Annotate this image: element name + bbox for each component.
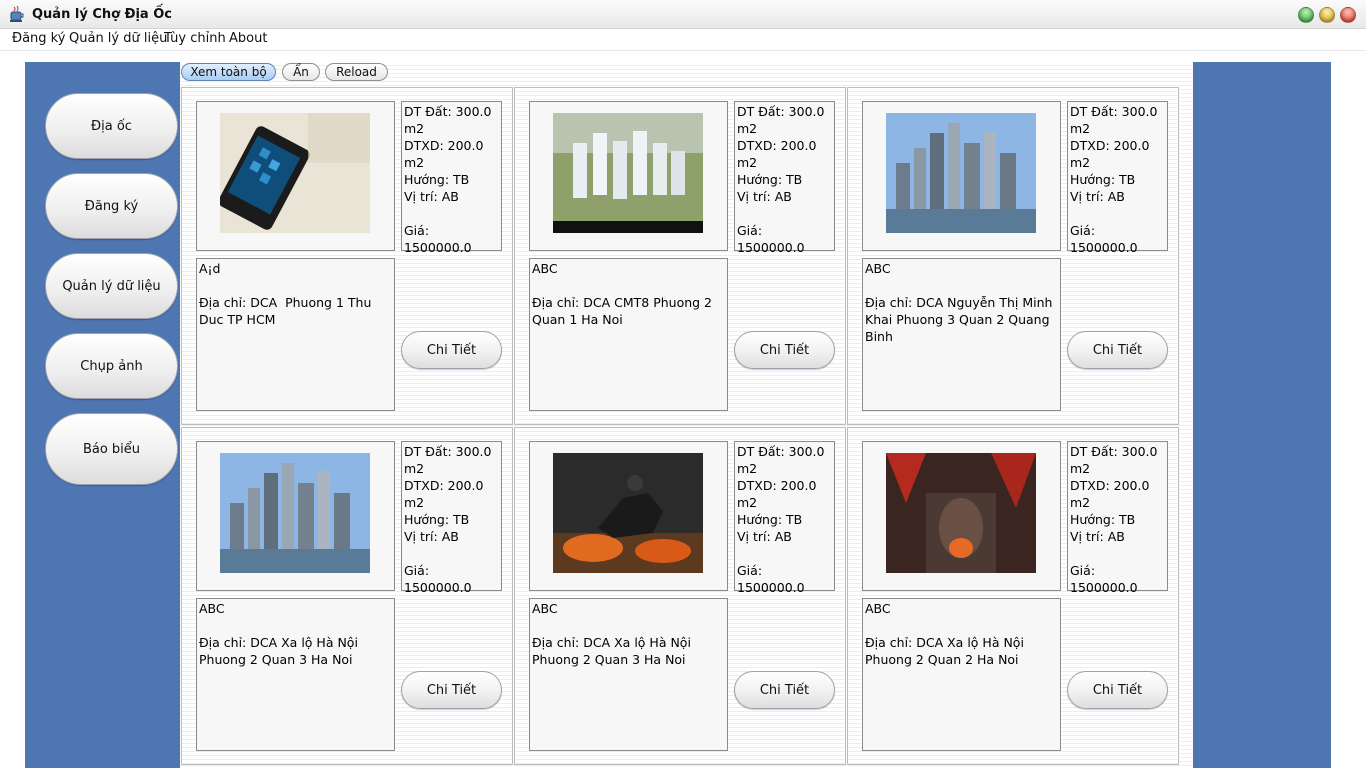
menu-bar: Đăng ký Quản lý dữ liệu Tùy chỉnh About bbox=[0, 29, 1366, 50]
listing-address: Địa chỉ: DCA Phuong 1 Thu Duc TP HCM bbox=[199, 295, 376, 327]
reload-button[interactable]: Reload bbox=[325, 63, 388, 81]
maximize-button[interactable] bbox=[1319, 7, 1335, 23]
window-title: Quản lý Chợ Địa Ốc bbox=[32, 7, 172, 22]
listing-card: DT Đất: 300.0 m2 DTXD: 200.0 m2 Hướng: T… bbox=[181, 427, 513, 765]
listing-image-frame bbox=[529, 441, 728, 591]
listing-specs: DT Đất: 300.0 m2 DTXD: 200.0 m2 Hướng: T… bbox=[401, 441, 502, 595]
direction: Hướng: TB bbox=[1070, 512, 1136, 527]
menu-dang-ky[interactable]: Đăng ký bbox=[12, 31, 65, 46]
price: Giá: 1500000.0 bbox=[1070, 563, 1138, 595]
built-area: DTXD: 200.0 m2 bbox=[1070, 478, 1154, 510]
listing-address: Địa chỉ: DCA Xa lộ Hà Nội Phuong 2 Quan … bbox=[865, 635, 1028, 667]
title-bar: Quản lý Chợ Địa Ốc bbox=[0, 0, 1366, 29]
listing-specs: DT Đất: 300.0 m2 DTXD: 200.0 m2 Hướng: T… bbox=[1067, 101, 1168, 255]
listing-address: Địa chỉ: DCA Xa lộ Hà Nội Phuong 2 Quan … bbox=[532, 635, 695, 667]
listing-specs: DT Đất: 300.0 m2 DTXD: 200.0 m2 Hướng: T… bbox=[1067, 441, 1168, 595]
listing-name: ABC bbox=[199, 601, 225, 616]
built-area: DTXD: 200.0 m2 bbox=[737, 138, 821, 170]
detail-button[interactable]: Chi Tiết bbox=[734, 671, 835, 709]
menu-about[interactable]: About bbox=[229, 31, 267, 46]
position: Vị trí: AB bbox=[404, 529, 459, 544]
listing-name: ABC bbox=[532, 601, 558, 616]
listing-card: DT Đất: 300.0 m2 DTXD: 200.0 m2 Hướng: T… bbox=[847, 87, 1179, 425]
built-area: DTXD: 200.0 m2 bbox=[1070, 138, 1154, 170]
close-button[interactable] bbox=[1340, 7, 1356, 23]
direction: Hướng: TB bbox=[1070, 172, 1136, 187]
apartment-complex-photo[interactable] bbox=[553, 113, 703, 233]
listing-specs: DT Đất: 300.0 m2 DTXD: 200.0 m2 Hướng: T… bbox=[734, 441, 835, 595]
listing-address: Địa chỉ: DCA Xa lộ Hà Nội Phuong 2 Quan … bbox=[199, 635, 362, 667]
built-area: DTXD: 200.0 m2 bbox=[737, 478, 821, 510]
built-area: DTXD: 200.0 m2 bbox=[404, 478, 488, 510]
direction: Hướng: TB bbox=[404, 172, 470, 187]
detail-button[interactable]: Chi Tiết bbox=[401, 331, 502, 369]
fantasy-horse-rider-art[interactable] bbox=[553, 453, 703, 573]
position: Vị trí: AB bbox=[404, 189, 459, 204]
land-area: DT Đất: 300.0 m2 bbox=[737, 104, 829, 136]
land-area: DT Đất: 300.0 m2 bbox=[404, 444, 496, 476]
listing-image-frame bbox=[196, 441, 395, 591]
listing-description: ABC Địa chỉ: DCA Xa lộ Hà Nội Phuong 2 Q… bbox=[529, 598, 728, 751]
detail-button[interactable]: Chi Tiết bbox=[1067, 331, 1168, 369]
right-panel bbox=[1193, 62, 1331, 768]
hide-button[interactable]: Ẩn bbox=[282, 63, 320, 81]
sidebar-button-bao-bieu[interactable]: Báo biểu bbox=[45, 413, 178, 485]
land-area: DT Đất: 300.0 m2 bbox=[1070, 444, 1162, 476]
land-area: DT Đất: 300.0 m2 bbox=[404, 104, 496, 136]
city-skyline-photo[interactable] bbox=[220, 453, 370, 573]
fantasy-dragon-art[interactable] bbox=[886, 453, 1036, 573]
price: Giá: 1500000.0 bbox=[737, 223, 805, 255]
sidebar-button-dia-oc[interactable]: Địa ốc bbox=[45, 93, 178, 159]
listing-specs: DT Đất: 300.0 m2 DTXD: 200.0 m2 Hướng: T… bbox=[401, 101, 502, 255]
price: Giá: 1500000.0 bbox=[737, 563, 805, 595]
detail-button[interactable]: Chi Tiết bbox=[734, 331, 835, 369]
sidebar-button-dang-ky[interactable]: Đăng ký bbox=[45, 173, 178, 239]
menu-tuy-chinh[interactable]: Tùy chỉnh bbox=[164, 31, 226, 46]
listing-specs: DT Đất: 300.0 m2 DTXD: 200.0 m2 Hướng: T… bbox=[734, 101, 835, 255]
listing-name: A¡d bbox=[199, 261, 221, 276]
listing-name: ABC bbox=[532, 261, 558, 276]
detail-button[interactable]: Chi Tiết bbox=[401, 671, 502, 709]
price: Giá: 1500000.0 bbox=[404, 223, 472, 255]
position: Vị trí: AB bbox=[737, 189, 792, 204]
listing-description: A¡d Địa chỉ: DCA Phuong 1 Thu Duc TP HCM bbox=[196, 258, 395, 411]
listing-description: ABC Địa chỉ: DCA Nguyễn Thị Minh Khai Ph… bbox=[862, 258, 1061, 411]
view-all-button[interactable]: Xem toàn bộ bbox=[181, 63, 276, 81]
position: Vị trí: AB bbox=[737, 529, 792, 544]
detail-button[interactable]: Chi Tiết bbox=[1067, 671, 1168, 709]
price: Giá: 1500000.0 bbox=[1070, 223, 1138, 255]
listing-card: DT Đất: 300.0 m2 DTXD: 200.0 m2 Hướng: T… bbox=[181, 87, 513, 425]
coffee-cup-icon bbox=[10, 6, 24, 22]
position: Vị trí: AB bbox=[1070, 189, 1125, 204]
listing-address: Địa chỉ: DCA Nguyễn Thị Minh Khai Phuong… bbox=[865, 295, 1057, 344]
sidebar-button-quan-ly-du-lieu[interactable]: Quản lý dữ liệu bbox=[45, 253, 178, 319]
direction: Hướng: TB bbox=[737, 512, 803, 527]
listing-name: ABC bbox=[865, 261, 891, 276]
direction: Hướng: TB bbox=[404, 512, 470, 527]
phone-photo[interactable] bbox=[220, 113, 370, 233]
listing-card: DT Đất: 300.0 m2 DTXD: 200.0 m2 Hướng: T… bbox=[847, 427, 1179, 765]
price: Giá: 1500000.0 bbox=[404, 563, 472, 595]
listing-description: ABC Địa chỉ: DCA CMT8 Phuong 2 Quan 1 Ha… bbox=[529, 258, 728, 411]
direction: Hướng: TB bbox=[737, 172, 803, 187]
sidebar-button-chup-anh[interactable]: Chụp ảnh bbox=[45, 333, 178, 399]
listing-description: ABC Địa chỉ: DCA Xa lộ Hà Nội Phuong 2 Q… bbox=[862, 598, 1061, 751]
minimize-button[interactable] bbox=[1298, 7, 1314, 23]
listing-address: Địa chỉ: DCA CMT8 Phuong 2 Quan 1 Ha Noi bbox=[532, 295, 716, 327]
land-area: DT Đất: 300.0 m2 bbox=[737, 444, 829, 476]
city-skyline-photo[interactable] bbox=[886, 113, 1036, 233]
listing-name: ABC bbox=[865, 601, 891, 616]
listing-card: DT Đất: 300.0 m2 DTXD: 200.0 m2 Hướng: T… bbox=[514, 87, 846, 425]
listing-description: ABC Địa chỉ: DCA Xa lộ Hà Nội Phuong 2 Q… bbox=[196, 598, 395, 751]
menu-quan-ly-du-lieu[interactable]: Quản lý dữ liệu bbox=[69, 31, 167, 46]
listing-image-frame bbox=[529, 101, 728, 251]
built-area: DTXD: 200.0 m2 bbox=[404, 138, 488, 170]
position: Vị trí: AB bbox=[1070, 529, 1125, 544]
land-area: DT Đất: 300.0 m2 bbox=[1070, 104, 1162, 136]
listing-image-frame bbox=[196, 101, 395, 251]
listing-image-frame bbox=[862, 101, 1061, 251]
listing-image-frame bbox=[862, 441, 1061, 591]
listing-card: DT Đất: 300.0 m2 DTXD: 200.0 m2 Hướng: T… bbox=[514, 427, 846, 765]
